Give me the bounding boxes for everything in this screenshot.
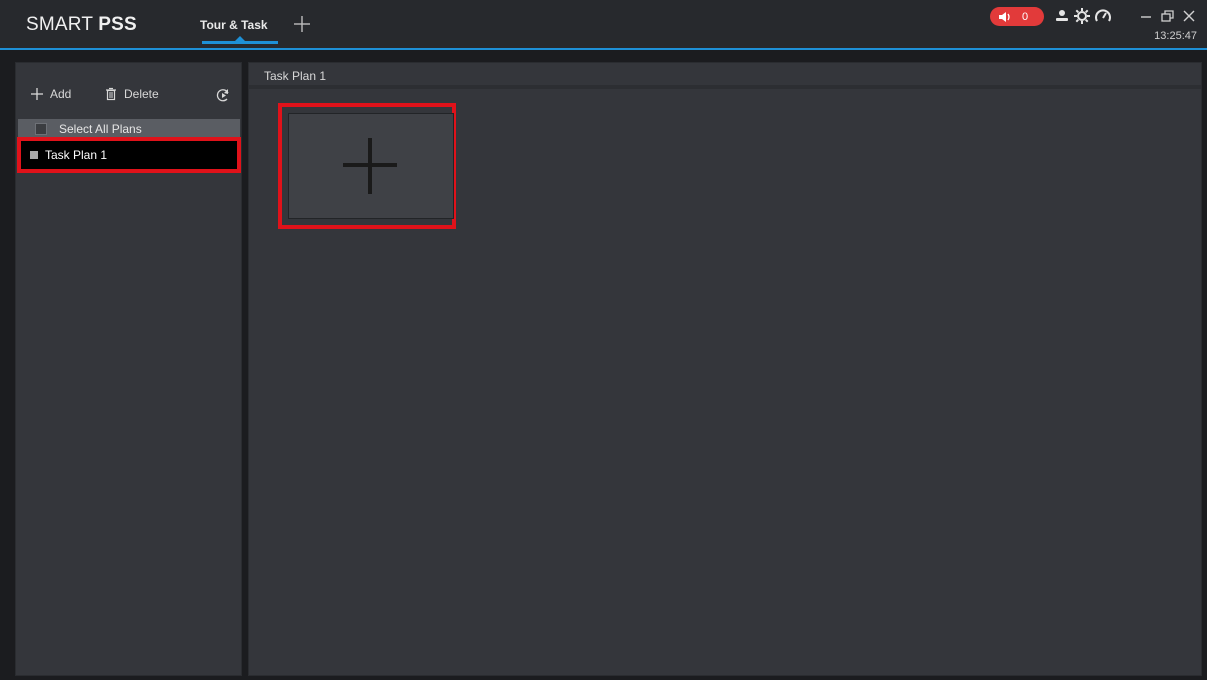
select-all-checkbox[interactable] xyxy=(35,123,47,135)
app-logo: SMART PSS xyxy=(26,14,137,35)
alarm-count: 0 xyxy=(1022,10,1029,23)
active-tab-caret xyxy=(235,36,245,41)
speaker-icon xyxy=(999,11,1010,22)
plan-list-panel: Add Delete Select All Plans Task Plan 1 xyxy=(15,62,242,676)
delete-plan-button[interactable]: Delete xyxy=(104,87,159,101)
add-tab-button[interactable] xyxy=(292,14,312,34)
plus-icon xyxy=(31,88,43,100)
add-task-highlight xyxy=(278,103,456,229)
close-icon[interactable] xyxy=(1180,7,1198,25)
clock: 13:25:47 xyxy=(1154,30,1197,42)
add-task-tile-button[interactable] xyxy=(288,113,454,219)
tab-tour-task[interactable]: Tour & Task xyxy=(200,18,268,32)
plan-checkbox[interactable] xyxy=(30,151,38,159)
plan-detail-title: Task Plan 1 xyxy=(249,63,1201,89)
plan-item-task-plan-1[interactable]: Task Plan 1 xyxy=(17,137,241,173)
plus-icon-vertical xyxy=(368,138,372,194)
delete-plan-label: Delete xyxy=(124,87,159,101)
add-plan-button[interactable]: Add xyxy=(30,87,71,101)
restore-icon[interactable] xyxy=(1158,7,1176,25)
plan-item-label: Task Plan 1 xyxy=(45,148,108,162)
trash-icon xyxy=(106,87,116,101)
gear-icon[interactable] xyxy=(1073,7,1091,25)
add-plan-label: Add xyxy=(50,87,72,101)
plan-toolbar: Add Delete xyxy=(16,81,241,111)
user-icon[interactable] xyxy=(1053,7,1071,25)
active-tab-indicator xyxy=(202,41,278,44)
select-all-label: Select All Plans xyxy=(59,122,142,136)
title-bar: SMART PSS Tour & Task 0 13:25:47 xyxy=(0,0,1207,50)
alarm-badge[interactable]: 0 xyxy=(990,7,1044,26)
plus-icon xyxy=(294,16,310,32)
plan-detail-panel: Task Plan 1 xyxy=(248,62,1202,676)
dashboard-icon[interactable] xyxy=(1094,7,1112,25)
minimize-icon[interactable] xyxy=(1137,7,1155,25)
refresh-play-icon[interactable] xyxy=(215,87,231,103)
select-all-plans-row[interactable]: Select All Plans xyxy=(18,119,240,139)
